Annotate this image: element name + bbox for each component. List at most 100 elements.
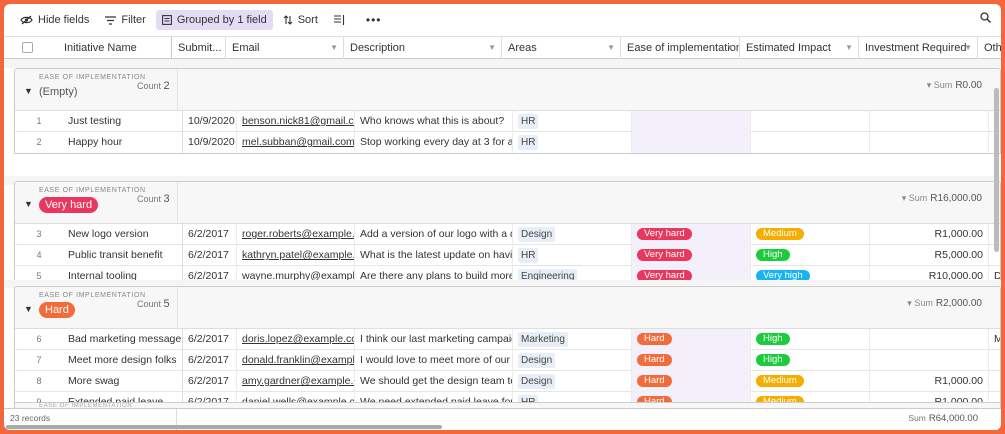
ease-pill: Hard xyxy=(637,333,672,346)
table-row[interactable]: 1 Just testing 10/9/2020 benson.nick81@gmai… xyxy=(15,111,1000,132)
description-cell[interactable]: Add a version of our logo with a dark ba… xyxy=(355,224,513,245)
other-cell[interactable]: Mo xyxy=(989,329,1000,350)
table-row[interactable]: 3 New logo version 6/2/2017 roger.roberts@e… xyxy=(15,224,1000,245)
total-sum: Sum R64,000.00 xyxy=(908,413,978,424)
initiative-name-cell[interactable]: Just testing xyxy=(63,111,183,132)
email-link[interactable]: kathryn.patel@example.com xyxy=(237,245,355,266)
column-header-ease[interactable]: Ease of implementation ▼ xyxy=(621,37,740,59)
column-header-other[interactable]: Oth xyxy=(978,37,1001,59)
column-header-email[interactable]: Email ▼ xyxy=(226,37,344,59)
more-options-button[interactable]: ••• xyxy=(360,10,388,30)
ease-cell[interactable]: Hard xyxy=(632,371,751,392)
table-row[interactable]: 8 More swag6/2/2017amy.gardner@example.co… xyxy=(15,371,1000,392)
submitted-date-cell[interactable]: 6/2/2017 xyxy=(183,329,237,350)
column-header-areas[interactable]: Areas ▼ xyxy=(502,37,621,59)
email-link[interactable]: amy.gardner@example.com xyxy=(237,371,355,392)
ease-cell[interactable] xyxy=(632,111,751,132)
column-header-description[interactable]: Description ▼ xyxy=(344,37,502,59)
search-button[interactable] xyxy=(980,12,991,26)
investment-cell[interactable] xyxy=(870,350,989,371)
sort-button[interactable]: Sort xyxy=(277,10,324,30)
column-header-impact[interactable]: Estimated Impact ▼ xyxy=(740,37,859,59)
group-header[interactable]: ▼ EASE OF IMPLEMENTATION Very hard Count… xyxy=(15,182,1000,224)
email-link[interactable]: roger.roberts@example.com xyxy=(237,224,355,245)
group-button[interactable]: Grouped by 1 field xyxy=(155,10,273,30)
chevron-down-icon: ▼ xyxy=(488,43,496,52)
submitted-date-cell[interactable]: 6/2/2017 xyxy=(183,245,237,266)
collapse-triangle-icon[interactable]: ▼ xyxy=(24,199,33,209)
column-header-name[interactable]: Initiative Name xyxy=(52,37,172,59)
submitted-date-cell[interactable]: 10/9/2020 xyxy=(183,132,237,153)
areas-cell[interactable]: Design xyxy=(513,224,632,245)
horizontal-scrollbar[interactable] xyxy=(6,425,442,429)
ease-cell[interactable]: Very hard xyxy=(632,224,751,245)
hide-fields-button[interactable]: Hide fields xyxy=(14,10,95,30)
other-cell[interactable] xyxy=(989,350,1000,371)
hide-fields-label: Hide fields xyxy=(38,14,90,26)
submitted-date-cell[interactable]: 6/2/2017 xyxy=(183,224,237,245)
column-header-investment[interactable]: Investment Required ▼ xyxy=(859,37,978,59)
group-field-label: EASE OF IMPLEMENTATION xyxy=(39,292,146,299)
row-height-button[interactable] xyxy=(328,10,356,30)
email-link[interactable]: mel.subban@gmail.com xyxy=(237,132,355,153)
ease-cell[interactable]: Very hard xyxy=(632,245,751,266)
description-cell[interactable]: Who knows what this is about? xyxy=(355,111,513,132)
description-cell[interactable]: We should get the design team to help wi… xyxy=(355,371,513,392)
description-cell[interactable]: What is the latest update on having publ… xyxy=(355,245,513,266)
column-areas-label: Areas xyxy=(508,42,537,54)
initiative-name-cell[interactable]: Bad marketing message xyxy=(63,329,183,350)
description-cell[interactable]: I would love to meet more of our designe… xyxy=(355,350,513,371)
investment-cell[interactable] xyxy=(870,111,989,132)
areas-cell[interactable]: HR xyxy=(513,132,632,153)
areas-cell[interactable]: HR xyxy=(513,111,632,132)
areas-cell[interactable]: HR xyxy=(513,245,632,266)
initiative-name-cell[interactable]: New logo version xyxy=(63,224,183,245)
group-value: (Empty) xyxy=(39,86,78,98)
email-link[interactable]: donald.franklin@example.com xyxy=(237,350,355,371)
description-cell[interactable]: I think our last marketing campaign sent… xyxy=(355,329,513,350)
description-cell[interactable]: Stop working every day at 3 for a happy … xyxy=(355,132,513,153)
impact-cell[interactable]: High xyxy=(751,329,870,350)
initiative-name-cell[interactable]: Happy hour xyxy=(63,132,183,153)
investment-cell[interactable] xyxy=(870,132,989,153)
investment-cell[interactable]: R1,000.00 xyxy=(870,371,989,392)
email-link[interactable]: benson.nick81@gmail.com xyxy=(237,111,355,132)
investment-cell[interactable]: R1,000.00 xyxy=(870,224,989,245)
investment-cell[interactable]: R5,000.00 xyxy=(870,245,989,266)
submitted-date-cell[interactable]: 10/9/2020 xyxy=(183,111,237,132)
ease-cell[interactable]: Hard xyxy=(632,350,751,371)
vertical-scrollbar[interactable] xyxy=(994,88,999,252)
table-row[interactable]: 4 Public transit benefit 6/2/2017 kathryn.p… xyxy=(15,245,1000,266)
areas-cell[interactable]: Design xyxy=(513,371,632,392)
impact-cell[interactable]: High xyxy=(751,245,870,266)
impact-cell[interactable] xyxy=(751,132,870,153)
areas-cell[interactable]: Design xyxy=(513,350,632,371)
table-row[interactable]: 2 Happy hour 10/9/2020 mel.subban@gmail.com… xyxy=(15,132,1000,153)
sum-label: Sum xyxy=(908,193,928,203)
collapse-triangle-icon[interactable]: ▼ xyxy=(24,304,33,314)
initiative-name-cell[interactable]: Meet more design folks xyxy=(63,350,183,371)
group-header[interactable]: ▼ EASE OF IMPLEMENTATION (Empty) Count 2… xyxy=(15,69,1000,111)
filter-button[interactable]: Filter xyxy=(99,10,151,30)
initiative-name-cell[interactable]: More swag xyxy=(63,371,183,392)
select-all-checkbox[interactable] xyxy=(22,42,33,53)
investment-cell[interactable] xyxy=(870,329,989,350)
collapse-triangle-icon[interactable]: ▼ xyxy=(24,86,33,96)
more-dots-icon: ••• xyxy=(365,13,382,27)
impact-cell[interactable] xyxy=(751,111,870,132)
submitted-date-cell[interactable]: 6/2/2017 xyxy=(183,350,237,371)
group-header[interactable]: ▼ EASE OF IMPLEMENTATION Hard Count 5 ▾ … xyxy=(15,287,1000,329)
other-cell[interactable] xyxy=(989,371,1000,392)
impact-cell[interactable]: High xyxy=(751,350,870,371)
ease-cell[interactable] xyxy=(632,132,751,153)
initiative-name-cell[interactable]: Public transit benefit xyxy=(63,245,183,266)
email-link[interactable]: doris.lopez@example.com xyxy=(237,329,355,350)
table-row[interactable]: 7 Meet more design folks 6/2/2017 donald.fr… xyxy=(15,350,1000,371)
submitted-date-cell[interactable]: 6/2/2017 xyxy=(183,371,237,392)
column-header-submitted[interactable]: Submit... xyxy=(172,37,226,59)
areas-cell[interactable]: Marketing xyxy=(513,329,632,350)
impact-cell[interactable]: Medium xyxy=(751,224,870,245)
ease-cell[interactable]: Hard xyxy=(632,329,751,350)
table-row[interactable]: 6 Bad marketing message 6/2/2017 doris.lope… xyxy=(15,329,1000,350)
impact-cell[interactable]: Medium xyxy=(751,371,870,392)
